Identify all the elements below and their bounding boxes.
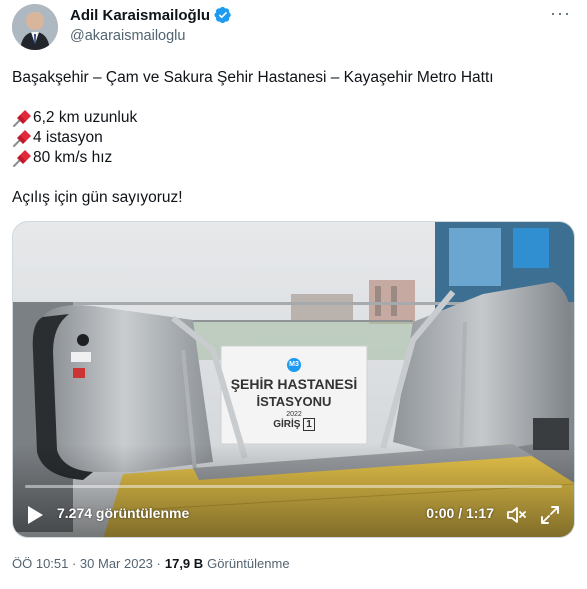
station-sign: M3 ŞEHİR HASTANESİ İSTASYONU 2022 GİRİŞ … [221, 346, 367, 444]
timestamp[interactable]: ÖÖ 10:51 · 30 Mar 2023 · [12, 556, 161, 571]
bullet-item: 4 istasyon [12, 128, 572, 148]
view-count: 7.274 görüntülenme [57, 505, 190, 521]
progress-bar[interactable] [25, 485, 562, 488]
pin-icon [13, 130, 31, 147]
pin-icon [13, 150, 31, 167]
bullet-text: 4 istasyon [33, 129, 103, 146]
bullet-text: 6,2 km uzunluk [33, 109, 138, 126]
sign-entry-number: 1 [303, 418, 315, 431]
views-word: Görüntülenme [207, 556, 290, 571]
bullet-item: 80 km/s hız [12, 148, 572, 168]
tweet-text: Başakşehir – Çam ve Sakura Şehir Hastane… [12, 68, 572, 208]
sign-year: 2022 [286, 411, 302, 418]
play-icon[interactable] [26, 505, 44, 525]
metro-line-badge: M3 [287, 358, 301, 372]
sign-entry-label: GİRİŞ [273, 419, 301, 430]
tweet-line: Başakşehir – Çam ve Sakura Şehir Hastane… [12, 69, 494, 86]
sign-line-2: İSTASYONU [256, 394, 332, 409]
pin-icon [13, 110, 31, 127]
video-controls: 7.274 görüntülenme 0:00 / 1:17 [13, 479, 574, 537]
avatar-image [12, 4, 58, 50]
tweet-meta: ÖÖ 10:51 · 30 Mar 2023 · 17,9 B Görüntül… [12, 556, 290, 571]
fullscreen-icon[interactable] [540, 505, 560, 525]
time-display: 0:00 / 1:17 [426, 505, 494, 521]
verified-badge-icon [214, 6, 231, 24]
more-icon[interactable]: ··· [550, 3, 571, 24]
avatar[interactable] [12, 4, 58, 50]
sign-line-1: ŞEHİR HASTANESİ [230, 376, 358, 392]
video-player[interactable]: M3 ŞEHİR HASTANESİ İSTASYONU 2022 GİRİŞ … [12, 221, 575, 538]
volume-icon[interactable] [506, 505, 526, 525]
tweet-line: Açılış için gün sayıyoruz! [12, 189, 183, 206]
author-name[interactable]: Adil Karaismailoğlu [70, 7, 210, 24]
bullet-item: 6,2 km uzunluk [12, 108, 572, 128]
views-count: 17,9 B [164, 556, 204, 571]
bullet-text: 80 km/s hız [33, 149, 113, 166]
author-handle[interactable]: @akaraismailoglu [70, 28, 185, 44]
sign-entry: GİRİŞ 1 [221, 418, 367, 431]
